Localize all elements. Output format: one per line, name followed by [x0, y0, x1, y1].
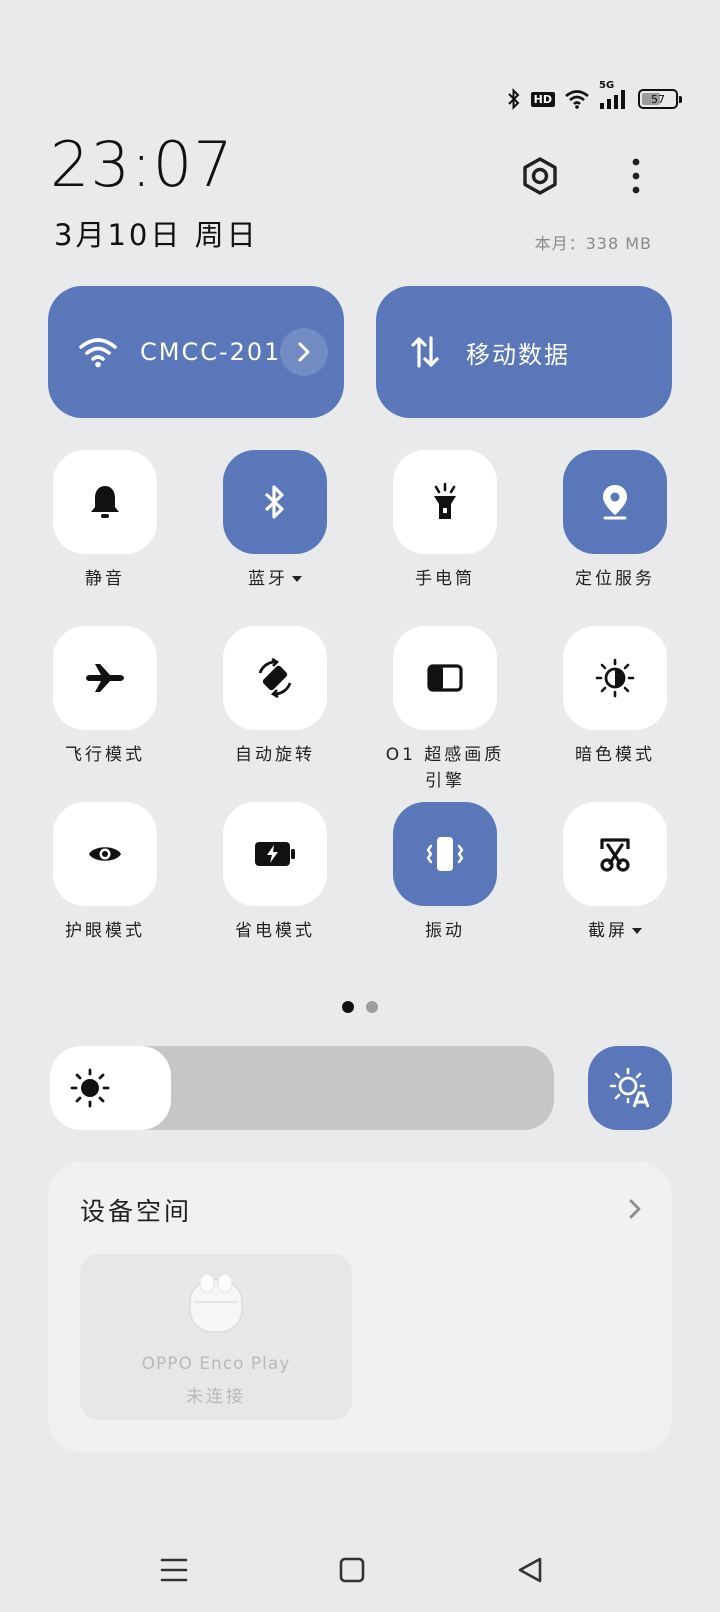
toggle-label: 静音 — [85, 569, 125, 589]
airplane-icon — [84, 662, 126, 694]
toggle-display-engine-button[interactable] — [393, 626, 497, 730]
chevron-right-icon[interactable] — [628, 1198, 642, 1224]
toggle-label: 飞行模式 — [65, 745, 145, 765]
toggle-label: 自动旋转 — [235, 745, 315, 765]
toggle-bluetooth[interactable]: 蓝牙 — [200, 450, 350, 592]
toggle-vibrate-button[interactable] — [393, 802, 497, 906]
settings-button[interactable] — [516, 152, 564, 200]
hd-icon: HD — [530, 91, 555, 107]
toggle-auto-rotate[interactable]: 自动旋转 — [200, 626, 350, 768]
location-icon — [600, 483, 630, 521]
wifi-tile[interactable]: CMCC-201 — [48, 286, 344, 418]
device-item[interactable]: OPPO Enco Play 未连接 — [80, 1254, 352, 1420]
home-button[interactable] — [330, 1548, 374, 1592]
toggle-display-engine[interactable]: O1 超感画质 引擎 — [370, 626, 520, 794]
date: 3月10日 周日 — [54, 218, 259, 252]
page-indicator[interactable] — [342, 1001, 378, 1013]
toggle-battery-saver-button[interactable] — [223, 802, 327, 906]
toggle-flashlight-button[interactable] — [393, 450, 497, 554]
device-name: OPPO Enco Play — [141, 1354, 291, 1374]
toggle-screenshot[interactable]: 截屏 — [540, 802, 690, 944]
status-bar: HD 5G 57 — [506, 80, 682, 110]
wifi-icon — [78, 336, 118, 368]
data-arrows-icon — [410, 336, 440, 368]
dropdown-caret-icon[interactable] — [632, 928, 642, 934]
brightness-slider[interactable] — [50, 1046, 554, 1130]
toggle-airplane[interactable]: 飞行模式 — [30, 626, 180, 768]
battery-level: 57 — [651, 92, 665, 106]
toggle-label: 手电筒 — [415, 569, 475, 589]
bluetooth-icon — [506, 88, 522, 110]
auto-brightness-button[interactable] — [588, 1046, 672, 1130]
bell-icon — [88, 483, 122, 521]
more-options-button[interactable] — [612, 152, 660, 200]
dropdown-caret-icon[interactable] — [292, 576, 302, 582]
toggle-screenshot-button[interactable] — [563, 802, 667, 906]
auto-brightness-icon — [608, 1066, 652, 1110]
toggle-label: 省电模式 — [235, 921, 315, 941]
wifi-details-button[interactable] — [280, 328, 328, 376]
back-icon — [516, 1556, 544, 1584]
screenshot-icon — [596, 835, 634, 873]
toggle-label: 暗色模式 — [575, 745, 655, 765]
back-button[interactable] — [508, 1548, 552, 1592]
bluetooth-icon — [263, 484, 287, 520]
home-icon — [338, 1556, 366, 1584]
eye-icon — [87, 842, 123, 866]
toggle-location-button[interactable] — [563, 450, 667, 554]
more-vertical-icon — [631, 158, 641, 194]
toggle-flashlight[interactable]: 手电筒 — [370, 450, 520, 592]
auto-rotate-icon — [254, 657, 296, 699]
battery-icon: 57 — [638, 89, 682, 109]
vibrate-icon — [425, 834, 465, 874]
settings-icon — [520, 156, 560, 196]
data-usage-label: 本月：338 MB — [534, 234, 652, 253]
toggle-airplane-button[interactable] — [53, 626, 157, 730]
page-dot-active[interactable] — [342, 1001, 354, 1013]
flashlight-icon — [431, 482, 459, 522]
toggle-battery-saver[interactable]: 省电模式 — [200, 802, 350, 944]
page-dot[interactable] — [366, 1001, 378, 1013]
toggle-bluetooth-button[interactable] — [223, 450, 327, 554]
wifi-icon — [564, 89, 590, 109]
device-space-card[interactable]: 设备空间 OPPO Enco Play 未连接 — [48, 1162, 672, 1452]
toggle-location[interactable]: 定位服务 — [540, 450, 690, 592]
toggle-dark-mode[interactable]: 暗色模式 — [540, 626, 690, 768]
recents-button[interactable] — [152, 1548, 196, 1592]
toggle-eye-care-button[interactable] — [53, 802, 157, 906]
navigation-bar — [0, 1548, 720, 1592]
toggle-label: 定位服务 — [575, 569, 655, 589]
sun-icon — [70, 1068, 110, 1108]
toggle-vibrate[interactable]: 振动 — [370, 802, 520, 944]
toggle-label: O1 超感画质 引擎 — [385, 745, 505, 791]
wifi-network-name: CMCC-201 — [140, 338, 282, 366]
brightness-slider-fill[interactable] — [50, 1046, 171, 1130]
network-type-label: 5G — [599, 80, 615, 91]
dark-mode-icon — [595, 658, 635, 698]
toggle-silent[interactable]: 静音 — [30, 450, 180, 592]
toggle-label: 截屏 — [588, 921, 628, 941]
toggle-label: 蓝牙 — [248, 569, 288, 589]
clock: 23:07 — [50, 128, 234, 201]
toggle-label-with-menu: 截屏 — [588, 918, 642, 944]
toggle-label: 护眼模式 — [65, 921, 145, 941]
mobile-data-label: 移动数据 — [466, 340, 570, 369]
toggle-dark-mode-button[interactable] — [563, 626, 667, 730]
chevron-right-icon — [297, 342, 311, 362]
battery-saver-icon — [254, 841, 296, 867]
device-status: 未连接 — [186, 1387, 246, 1407]
menu-icon — [160, 1557, 188, 1583]
earbuds-case-icon — [186, 1272, 246, 1338]
toggle-silent-button[interactable] — [53, 450, 157, 554]
mobile-data-tile[interactable]: 移动数据 — [376, 286, 672, 418]
toggle-label: 振动 — [425, 921, 465, 941]
toggle-label-with-menu: 蓝牙 — [248, 566, 302, 592]
display-engine-icon — [427, 664, 463, 692]
device-space-title: 设备空间 — [80, 1197, 193, 1226]
cellular-5g-icon: 5G — [599, 80, 629, 110]
toggle-eye-care[interactable]: 护眼模式 — [30, 802, 180, 944]
toggle-auto-rotate-button[interactable] — [223, 626, 327, 730]
